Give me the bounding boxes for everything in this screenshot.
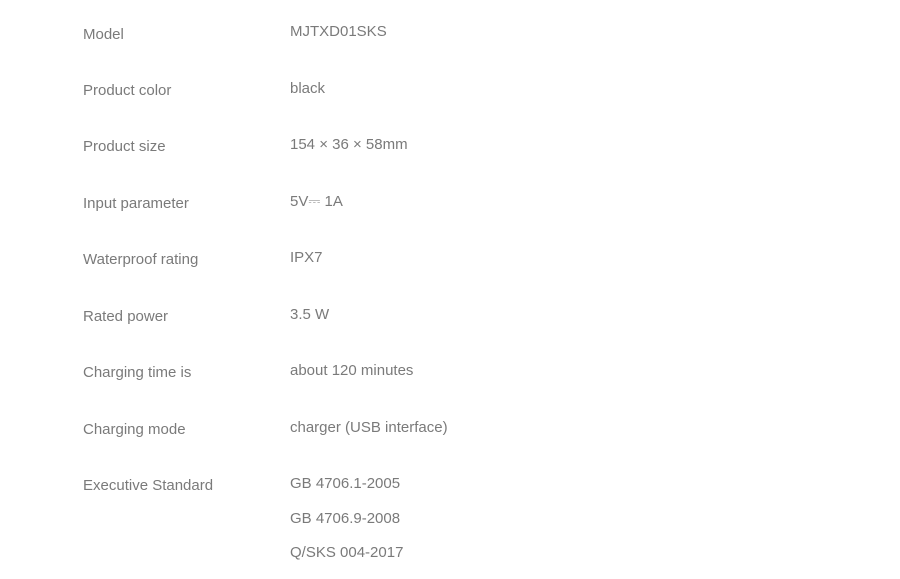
spec-label: Input parameter <box>83 195 189 212</box>
spec-label: Product size <box>83 138 166 155</box>
spec-label: Executive Standard <box>83 477 214 494</box>
spec-value: GB 4706.9-2008 <box>290 509 401 527</box>
spec-value: 3.5 W <box>290 306 330 323</box>
spec-value: MJTXD01SKS <box>290 23 387 40</box>
spec-value: 5V⎓ 1A <box>290 193 343 210</box>
spec-value: IPX7 <box>290 249 323 266</box>
spec-value: about 120 minutes <box>290 362 414 379</box>
spec-label: Waterproof rating <box>83 251 199 268</box>
spec-value: 154 × 36 × 58mm <box>290 136 408 153</box>
spec-value: charger (USB interface) <box>290 419 448 436</box>
spec-label: Model <box>83 26 124 43</box>
spec-value: Q/SKS 004-2017 <box>290 544 404 561</box>
spec-label: Charging time is <box>83 364 192 381</box>
spec-label: Rated power <box>83 308 169 325</box>
spec-value: black <box>290 80 326 97</box>
spec-label: Charging mode <box>83 421 186 438</box>
spec-value-list: GB 4706.1-2005 GB 4706.9-2008 Q/SKS 004-… <box>290 475 403 579</box>
spec-value: GB 4706.1-2005 <box>290 475 401 492</box>
spec-label: Product color <box>83 82 172 99</box>
